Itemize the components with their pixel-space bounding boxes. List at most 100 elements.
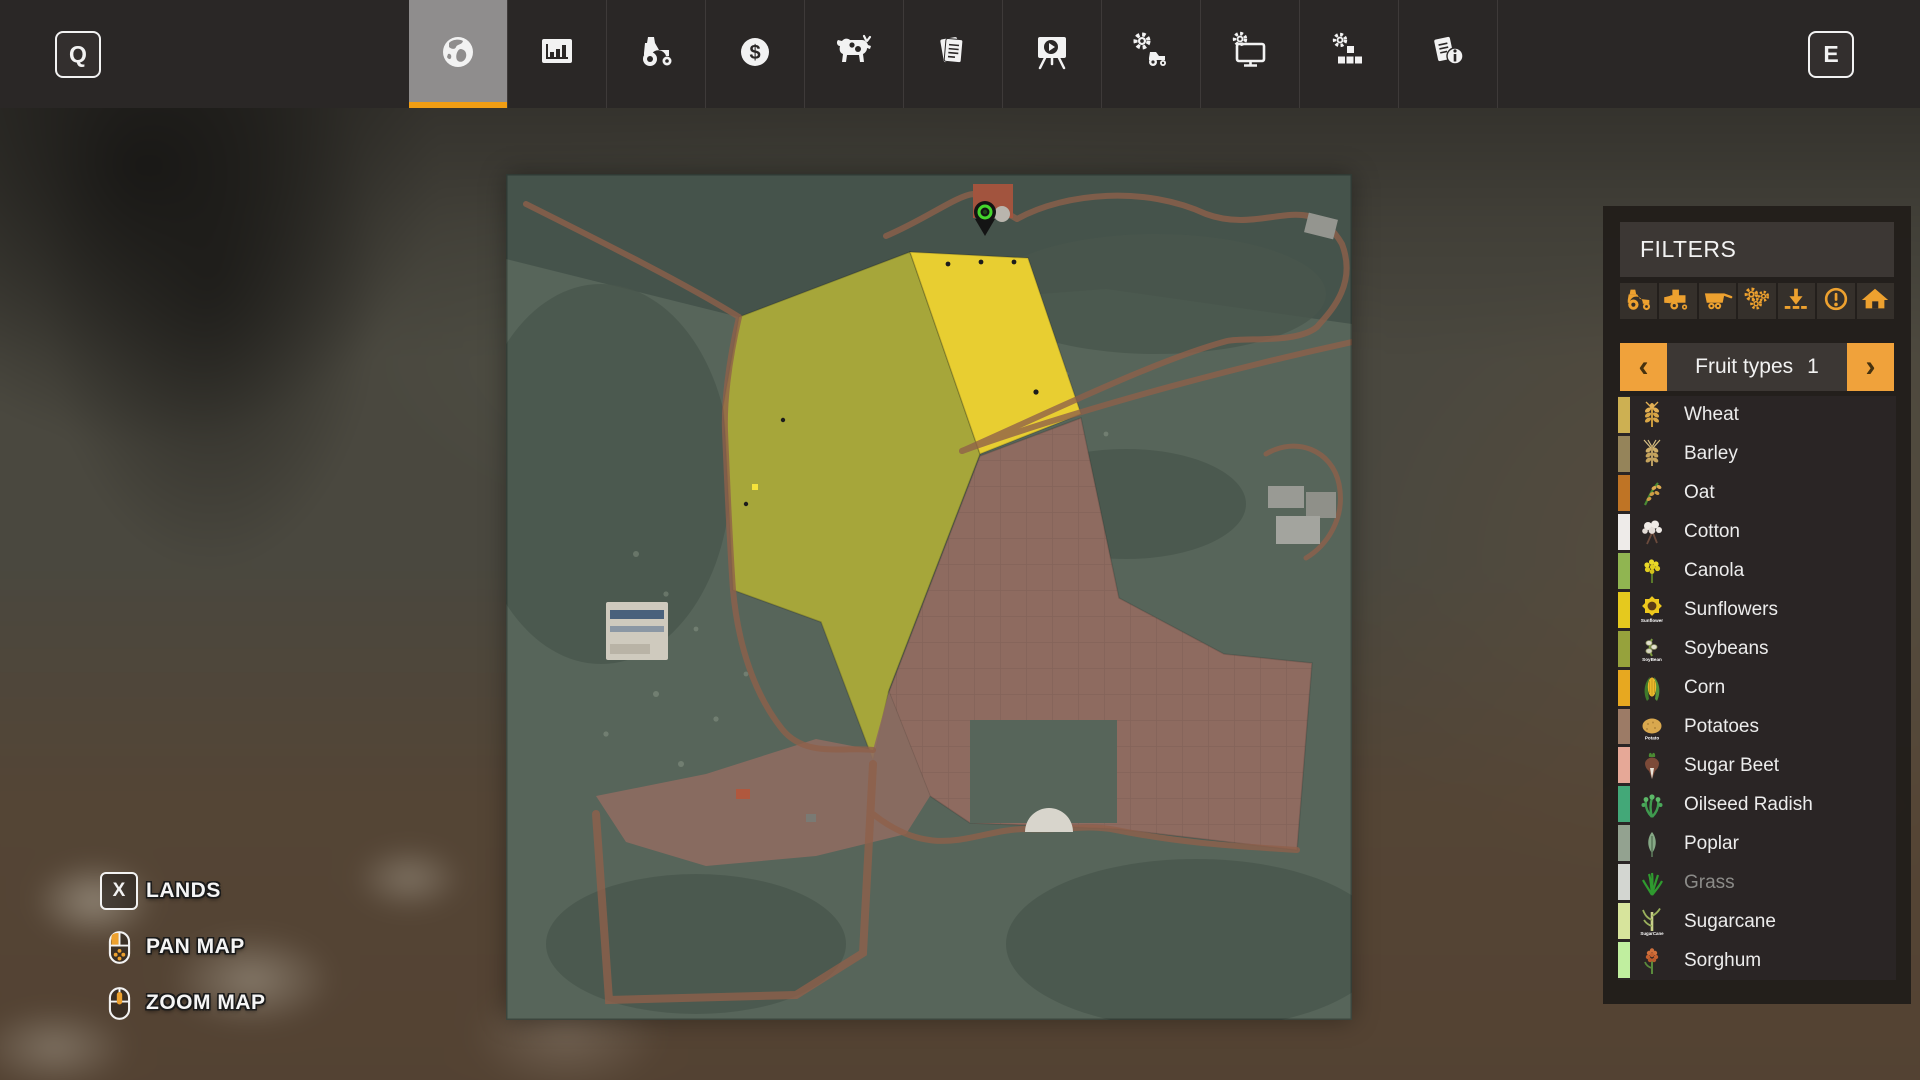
crop-color-swatch [1618,825,1630,861]
crop-label: Oilseed Radish [1684,794,1813,816]
warning-filter-toggle[interactable] [1817,283,1854,319]
crop-label: Canola [1684,560,1744,582]
pan-map-label: PAN MAP [146,935,245,959]
input-hints: X LANDS PAN MAP [100,870,266,1038]
category-label: Fruit types 1 [1667,343,1847,391]
filter-icon-row [1620,283,1894,319]
crop-filter-cotton[interactable]: Cotton [1618,513,1896,552]
crop-filter-oilseed-radish[interactable]: Oilseed Radish [1618,785,1896,824]
filter-category-selector: ‹ Fruit types 1 › [1620,343,1894,391]
category-next-button[interactable]: › [1847,343,1894,391]
warning-filter-icon [1821,286,1851,317]
tab-contracts[interactable] [904,0,1003,108]
tab-map[interactable] [409,0,508,108]
tab-statistics[interactable] [508,0,607,108]
radish-icon [1638,790,1666,820]
sorghum-icon [1638,946,1666,976]
next-page-key-hint: E [1808,31,1854,78]
harvester-filter-icon [1663,286,1693,317]
barley-icon [1638,439,1666,469]
menu-tabs: $ [409,0,1498,108]
crop-color-swatch [1618,514,1630,550]
harvester-filter-toggle[interactable] [1659,283,1696,319]
map-view[interactable] [506,174,1352,1020]
x-key-hint: X [100,872,138,910]
cotton-icon [1638,517,1666,547]
crop-label: Sunflowers [1684,599,1778,621]
bar-chart-icon [535,30,579,79]
crop-label: Soybeans [1684,638,1769,660]
tab-garage[interactable] [1102,0,1201,108]
sugarcane-icon: SugarCane [1638,907,1666,937]
crop-color-swatch [1618,864,1630,900]
crop-label: Cotton [1684,521,1740,543]
crop-filter-canola[interactable]: Canola [1618,552,1896,591]
crop-color-swatch [1618,553,1630,589]
crop-filter-grass[interactable]: Grass [1618,863,1896,902]
crop-filter-barley[interactable]: Barley [1618,435,1896,474]
tab-construction[interactable] [1300,0,1399,108]
soybean-icon: SoyBean [1638,634,1666,664]
crop-color-swatch [1618,670,1630,706]
crop-filter-poplar[interactable]: Poplar [1618,824,1896,863]
yellow-map-dot [752,484,758,490]
poplar-icon [1638,829,1666,859]
wheat-icon [1638,400,1666,430]
category-prev-button[interactable]: ‹ [1620,343,1667,391]
crop-color-swatch [1618,631,1630,667]
crop-color-swatch [1618,397,1630,433]
tractor-filter-toggle[interactable] [1620,283,1657,319]
crop-label: Barley [1684,443,1738,465]
crop-color-swatch [1618,709,1630,745]
crop-filter-soybeans[interactable]: SoyBean Soybeans [1618,630,1896,669]
crop-filter-potatoes[interactable]: PotatoPotatoes [1618,708,1896,747]
field-green-notch [970,720,1117,823]
tab-finances[interactable]: $ [706,0,805,108]
crop-color-swatch [1618,786,1630,822]
mouse-wheel-icon [100,986,138,1021]
trailer-filter-toggle[interactable] [1699,283,1736,319]
lands-hint-row: X LANDS [100,870,266,912]
tab-system[interactable] [1201,0,1300,108]
crop-filter-wheat[interactable]: Wheat [1618,396,1896,435]
potato-icon: Potato [1638,712,1666,742]
cow-icon [832,30,876,79]
crop-color-swatch [1618,942,1630,978]
globe-map-icon [436,30,480,79]
filters-panel: FILTERS ‹ Fruit types 1 › [1603,206,1911,1004]
tab-help[interactable] [1399,0,1498,108]
tractor-gear-icon [1129,30,1173,79]
svg-text:Sunflower: Sunflower [1641,618,1663,623]
oat-icon [1638,478,1666,508]
home-filter-toggle[interactable] [1857,283,1894,319]
tab-animals[interactable] [805,0,904,108]
tab-production[interactable] [1003,0,1102,108]
game-screen: Q $ E FILTERS [0,0,1920,1080]
home-filter-icon [1860,286,1890,317]
crop-color-swatch [1618,475,1630,511]
grass-icon [1638,868,1666,898]
easel-board-icon [1030,30,1074,79]
crop-color-swatch [1618,436,1630,472]
tab-vehicles[interactable] [607,0,706,108]
corn-icon [1638,673,1666,703]
sugarbeet-icon [1638,751,1666,781]
crop-filter-corn[interactable]: Corn [1618,669,1896,708]
crop-label: Sugar Beet [1684,755,1779,777]
crop-filter-sugar-beet[interactable]: Sugar Beet [1618,746,1896,785]
crop-filter-oat[interactable]: Oat [1618,474,1896,513]
crop-label: Poplar [1684,833,1739,855]
pan-map-hint-row: PAN MAP [100,926,266,968]
category-count: 1 [1807,355,1819,379]
download-filter-toggle[interactable] [1778,283,1815,319]
gears-filter-icon [1742,286,1772,317]
crop-filter-sugarcane[interactable]: SugarCaneSugarcane [1618,902,1896,941]
svg-text:SoyBean: SoyBean [1642,657,1662,662]
gears-filter-toggle[interactable] [1738,283,1775,319]
crop-filter-sunflowers[interactable]: Sunflower Sunflowers [1618,591,1896,630]
crop-color-swatch [1618,903,1630,939]
crop-filter-sorghum[interactable]: Sorghum [1618,941,1896,980]
svg-text:$: $ [749,42,760,64]
zoom-map-hint-row: ZOOM MAP [100,982,266,1024]
tractor-filter-icon [1624,286,1654,317]
